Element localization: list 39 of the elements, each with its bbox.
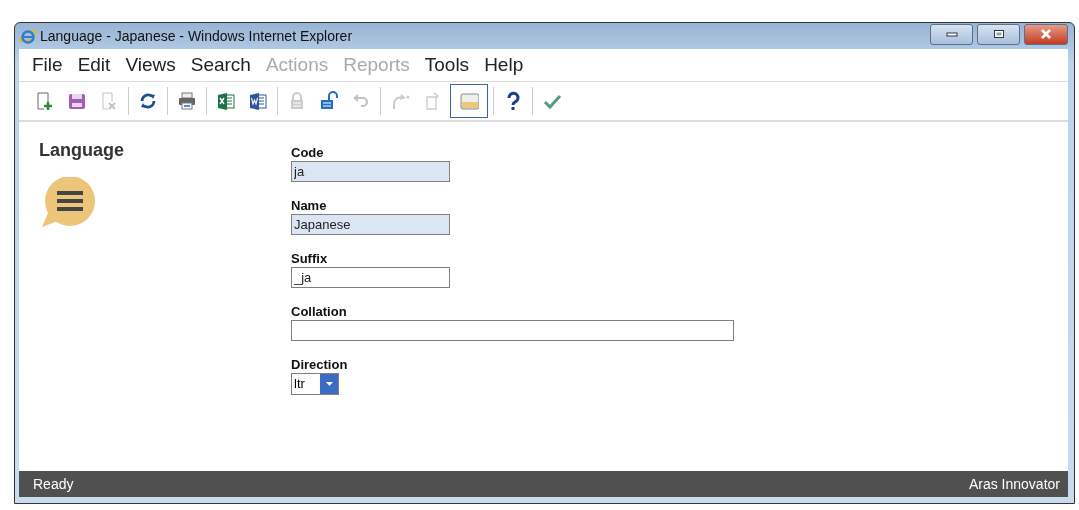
field-label: Suffix	[291, 251, 328, 266]
panel-toggle-icon	[459, 91, 479, 111]
close-icon	[1039, 29, 1053, 39]
printer-icon	[177, 91, 197, 111]
field-label: Collation	[291, 304, 347, 319]
input-field[interactable]: ja	[291, 161, 450, 182]
speech-bubble-icon	[42, 177, 98, 229]
spreadsheet-icon	[216, 91, 236, 111]
menu-item[interactable]: Views	[118, 54, 184, 76]
maximize-icon	[992, 29, 1005, 39]
input-field[interactable]	[291, 320, 734, 341]
field-label: Code	[291, 145, 324, 160]
new-document-icon	[35, 91, 55, 111]
browser-logo-icon	[19, 27, 37, 45]
menu-item[interactable]: Edit	[70, 54, 119, 76]
minimize-icon	[945, 31, 958, 37]
minimize-button[interactable]	[930, 23, 973, 45]
delete-document-icon	[99, 91, 119, 111]
input-field[interactable]: Japanese	[291, 214, 450, 235]
direction-dropdown[interactable]: ltr	[291, 373, 339, 395]
menu-item[interactable]: Help	[477, 54, 532, 76]
menu-item[interactable]: Search	[183, 54, 259, 76]
status-text: Ready	[33, 476, 74, 492]
save-icon	[67, 91, 87, 111]
window-title: Language - Japanese - Windows Internet Explorer	[40, 28, 353, 44]
field-label: Direction	[291, 357, 348, 372]
item-type-title: Language	[39, 140, 125, 161]
toggle-button[interactable]	[450, 84, 488, 118]
menu-item[interactable]: File	[25, 54, 71, 76]
field-label: Name	[291, 198, 327, 213]
curved-arrow-icon	[390, 91, 410, 111]
maximize-button[interactable]	[977, 23, 1020, 45]
product-name: Aras Innovator	[968, 476, 1060, 492]
input-field[interactable]: _ja	[291, 267, 450, 288]
document-icon	[248, 91, 268, 111]
refresh-icon	[138, 91, 158, 111]
open-padlock-icon	[319, 91, 339, 111]
menu-item[interactable]: Tools	[417, 54, 478, 76]
close-button[interactable]	[1024, 23, 1068, 45]
